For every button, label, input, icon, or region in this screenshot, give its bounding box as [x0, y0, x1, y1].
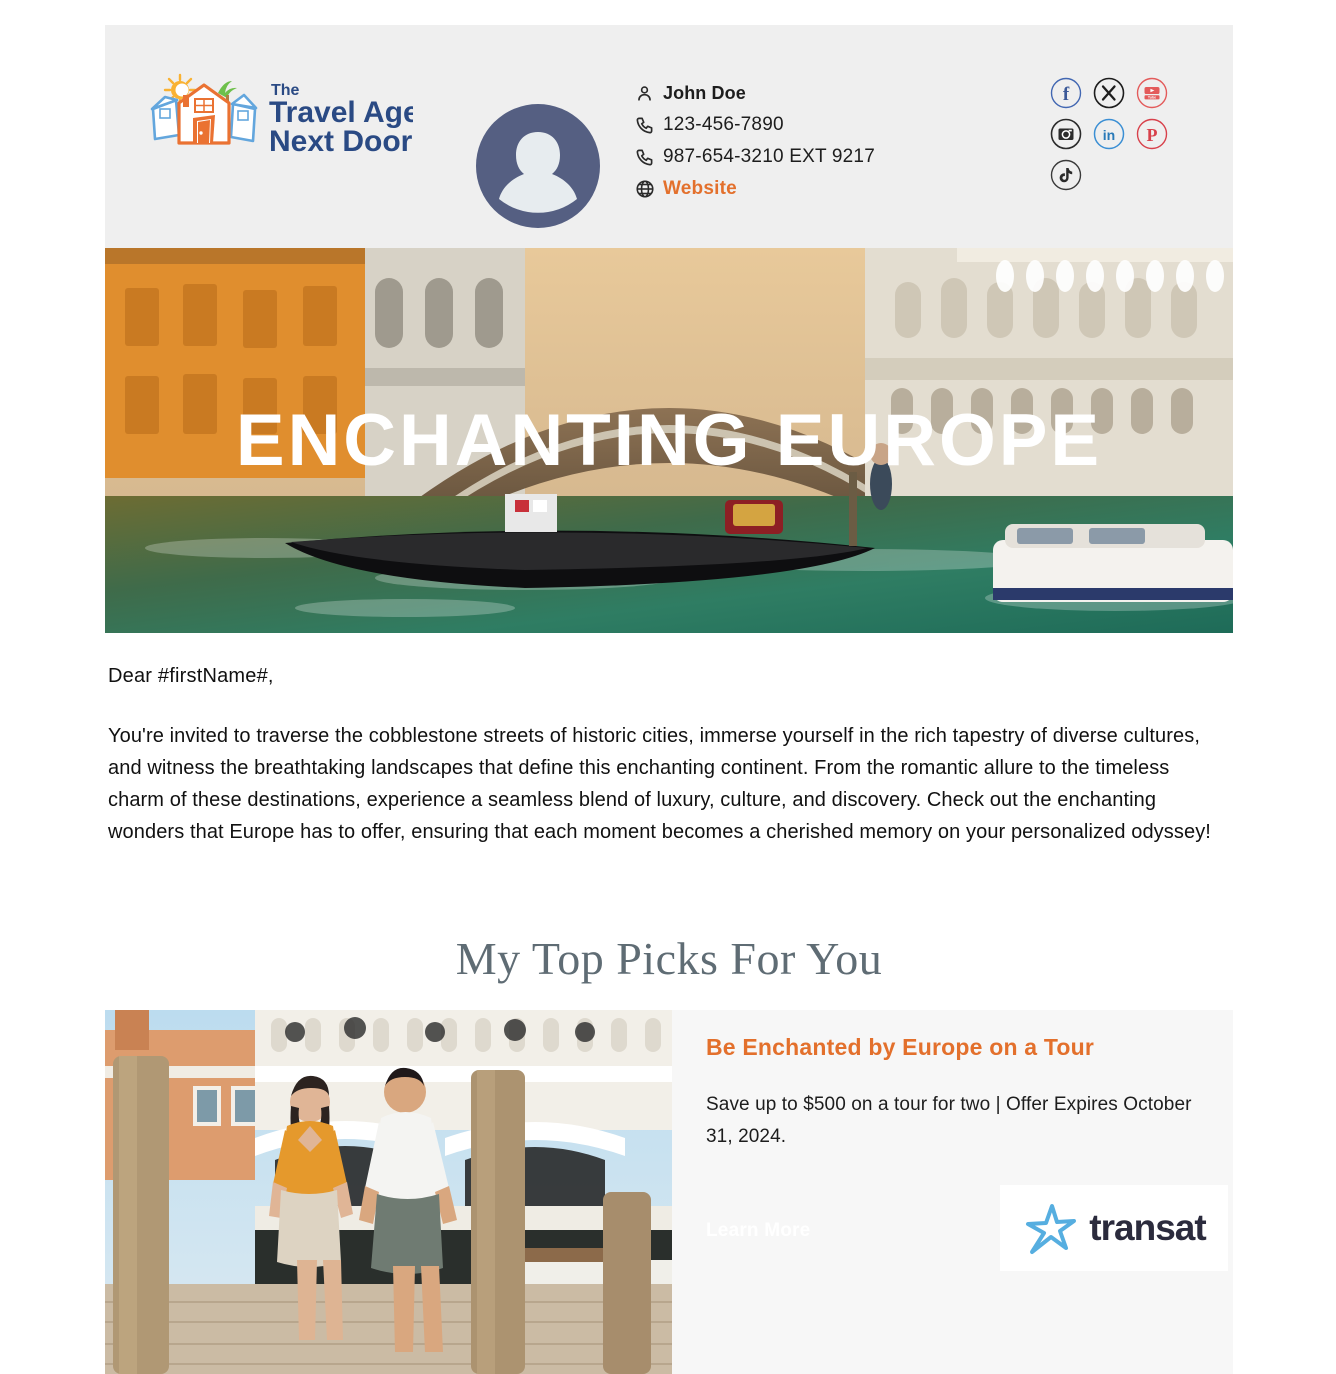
email-body: Dear #firstName#, You're invited to trav… — [108, 665, 1223, 848]
email-header: The Travel Agent Next Door John Doe — [105, 25, 1233, 248]
svg-text:P: P — [1147, 125, 1158, 145]
agent-contact-block: John Doe 123-456-7890 987-654-3210 EXT 9… — [635, 77, 1015, 205]
agent-phone-primary: 123-456-7890 — [663, 114, 784, 135]
globe-icon — [635, 179, 663, 199]
offer-subtitle: Save up to $500 on a tour for two | Offe… — [706, 1094, 1192, 1147]
section-heading: My Top Picks For You — [455, 933, 883, 984]
brand-logo[interactable]: The Travel Agent Next Door — [143, 73, 413, 163]
email-content-column: The Travel Agent Next Door John Doe — [105, 0, 1233, 1374]
pinterest-icon[interactable]: P — [1136, 118, 1168, 150]
transat-star-icon — [1026, 1204, 1077, 1254]
agent-name: John Doe — [663, 82, 746, 103]
linkedin-icon[interactable]: in — [1093, 118, 1125, 150]
hero-title: ENCHANTING EUROPE — [235, 400, 1103, 481]
instagram-icon[interactable] — [1050, 118, 1082, 150]
social-row-1: f Tube — [1050, 77, 1200, 109]
tiktok-icon[interactable] — [1050, 159, 1082, 191]
svg-text:in: in — [1103, 127, 1115, 143]
body-paragraph: You're invited to traverse the cobblesto… — [108, 725, 1211, 843]
phone-icon — [635, 116, 663, 135]
partner-brand-name: transat — [1089, 1207, 1206, 1248]
phone-icon — [635, 148, 663, 167]
x-twitter-icon[interactable] — [1093, 77, 1125, 109]
travel-agent-next-door-logo-icon: The Travel Agent Next Door — [150, 73, 413, 158]
partner-brand-logo: transat — [1000, 1185, 1228, 1271]
offer-details: Be Enchanted by Europe on a Tour Save up… — [672, 1010, 1233, 1374]
user-avatar-icon — [476, 104, 600, 228]
learn-more-button[interactable]: Learn More — [706, 1220, 810, 1242]
agent-phone-secondary: 987-654-3210 EXT 9217 — [663, 146, 875, 167]
svg-text:Tube: Tube — [1148, 96, 1156, 100]
offer-image — [105, 1010, 672, 1374]
facebook-icon[interactable]: f — [1050, 77, 1082, 109]
youtube-icon[interactable]: Tube — [1136, 77, 1168, 109]
svg-text:f: f — [1063, 84, 1070, 105]
social-row-3 — [1050, 159, 1200, 191]
website-link[interactable]: Website — [663, 178, 737, 200]
contact-row-phone-primary[interactable]: 123-456-7890 — [635, 109, 1015, 141]
svg-text:Next Door: Next Door — [269, 125, 413, 158]
hero-banner: ENCHANTING EUROPE — [105, 248, 1233, 633]
social-row-2: in P — [1050, 118, 1200, 150]
contact-row-phone-secondary[interactable]: 987-654-3210 EXT 9217 — [635, 141, 1015, 173]
person-icon — [635, 84, 663, 103]
offer-card: Be Enchanted by Europe on a Tour Save up… — [105, 1010, 1233, 1374]
avatar — [476, 104, 600, 228]
greeting-line: Dear #firstName#, — [108, 665, 274, 687]
contact-row-name: John Doe — [635, 77, 1015, 109]
offer-title: Be Enchanted by Europe on a Tour — [706, 1034, 1095, 1060]
offer-image-couple-venice — [105, 1010, 672, 1374]
contact-row-website[interactable]: Website — [635, 173, 1015, 205]
social-links: f Tube in P — [1050, 77, 1200, 200]
email-preview-page: The Travel Agent Next Door John Doe — [0, 0, 1336, 1374]
